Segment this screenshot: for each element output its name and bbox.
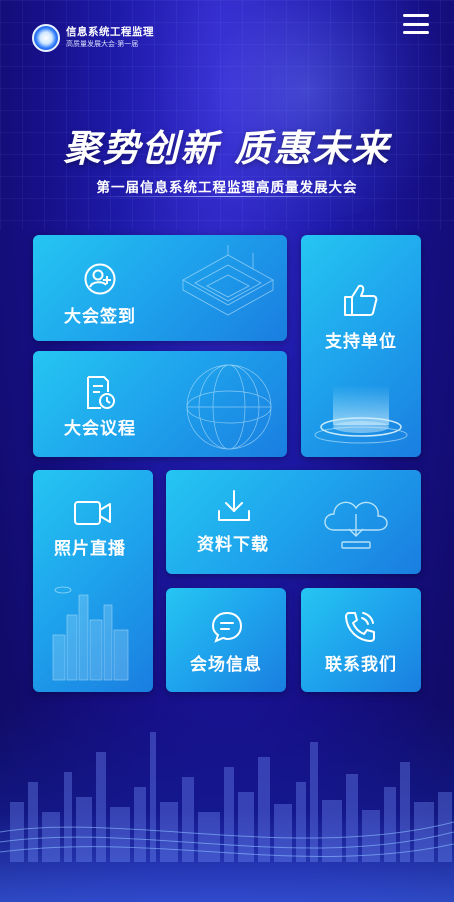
subtitle-divider [88, 196, 366, 197]
conference-logo: 信息系统工程监理 高质量发展大会·第一届 [32, 24, 154, 52]
user-add-icon [84, 263, 116, 295]
contact-us-label: 联系我们 [325, 655, 397, 675]
photo-live-tile[interactable]: 照片直播 [33, 470, 153, 692]
agenda-label: 大会议程 [64, 419, 136, 439]
phone-icon [345, 612, 375, 642]
contact-us-tile[interactable]: 联系我们 [301, 588, 421, 692]
logo-title: 信息系统工程监理 [66, 26, 154, 39]
checkin-label: 大会签到 [64, 307, 136, 327]
logo-subtitle: 高质量发展大会·第一届 [66, 39, 139, 48]
photo-live-label: 照片直播 [54, 539, 126, 559]
download-icon [218, 490, 250, 521]
checkin-tile[interactable]: 大会签到 [33, 235, 287, 341]
download-label: 资料下载 [197, 535, 269, 555]
video-camera-icon [74, 501, 111, 525]
chat-bubble-icon [211, 611, 243, 643]
platform-grid-decoration [182, 245, 274, 316]
support-units-label: 支持单位 [325, 332, 397, 352]
city-skyline-decoration [0, 732, 454, 862]
hero-slogan: 聚势创新 质惠未来 [63, 127, 391, 170]
hamburger-menu-icon[interactable] [403, 14, 429, 34]
support-units-tile[interactable]: 支持单位 [301, 235, 421, 457]
hero-subtitle: 第一届信息系统工程监理高质量发展大会 [96, 180, 358, 196]
document-clock-icon [87, 376, 115, 409]
venue-info-tile[interactable]: 会场信息 [166, 588, 286, 692]
podium-glow-decoration [314, 385, 408, 444]
globe-logo-icon [32, 24, 60, 52]
city-buildings-decoration [52, 586, 129, 681]
globe-decoration [186, 364, 272, 450]
agenda-tile[interactable]: 大会议程 [33, 351, 287, 457]
bottom-divider [140, 890, 314, 894]
cloud-download-decoration [324, 501, 388, 549]
download-tile[interactable]: 资料下载 [166, 470, 421, 574]
venue-info-label: 会场信息 [190, 655, 262, 675]
thumbs-up-icon [344, 284, 378, 316]
